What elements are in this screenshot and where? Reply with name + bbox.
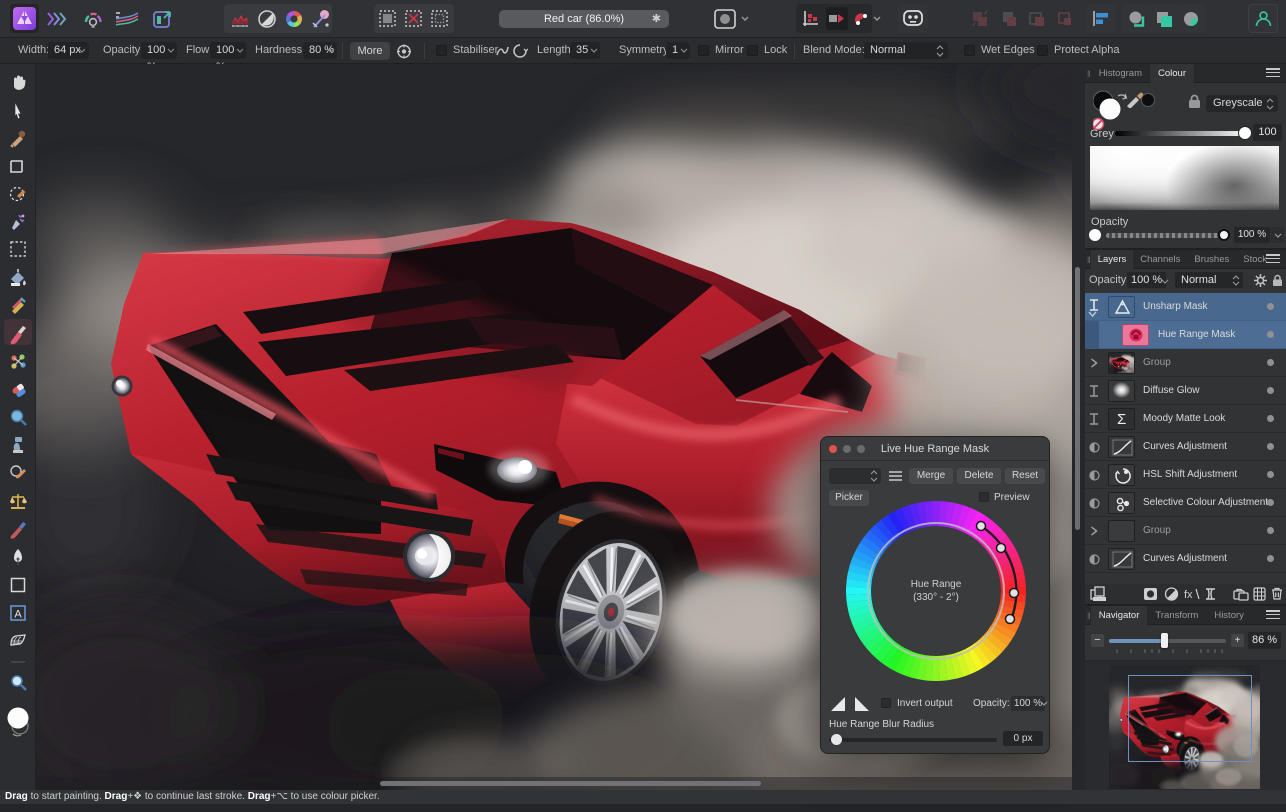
svg-text:fx: fx <box>1184 589 1193 601</box>
svg-text:A: A <box>14 609 22 621</box>
